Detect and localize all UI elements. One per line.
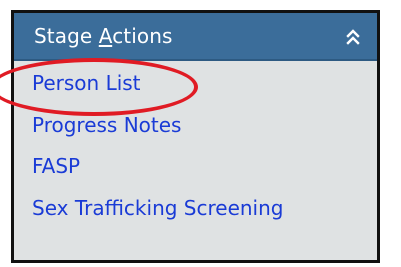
action-link-fasp[interactable]: FASP bbox=[32, 154, 80, 178]
action-link-progress-notes[interactable]: Progress Notes bbox=[32, 113, 181, 137]
double-chevron-up-icon bbox=[346, 29, 360, 45]
action-link-person-list[interactable]: Person List bbox=[32, 71, 141, 95]
panel-title-prefix: Stage bbox=[34, 24, 99, 48]
collapse-button[interactable] bbox=[340, 25, 366, 49]
stage-actions-panel: Stage Actions Person List Progress Notes… bbox=[11, 10, 380, 263]
action-link-sex-trafficking-screening[interactable]: Sex Trafficking Screening bbox=[32, 196, 283, 220]
panel-title-suffix: ctions bbox=[112, 24, 173, 48]
panel-header: Stage Actions bbox=[14, 13, 377, 61]
panel-title-access-key: A bbox=[98, 24, 113, 48]
panel-title: Stage Actions bbox=[34, 24, 173, 48]
